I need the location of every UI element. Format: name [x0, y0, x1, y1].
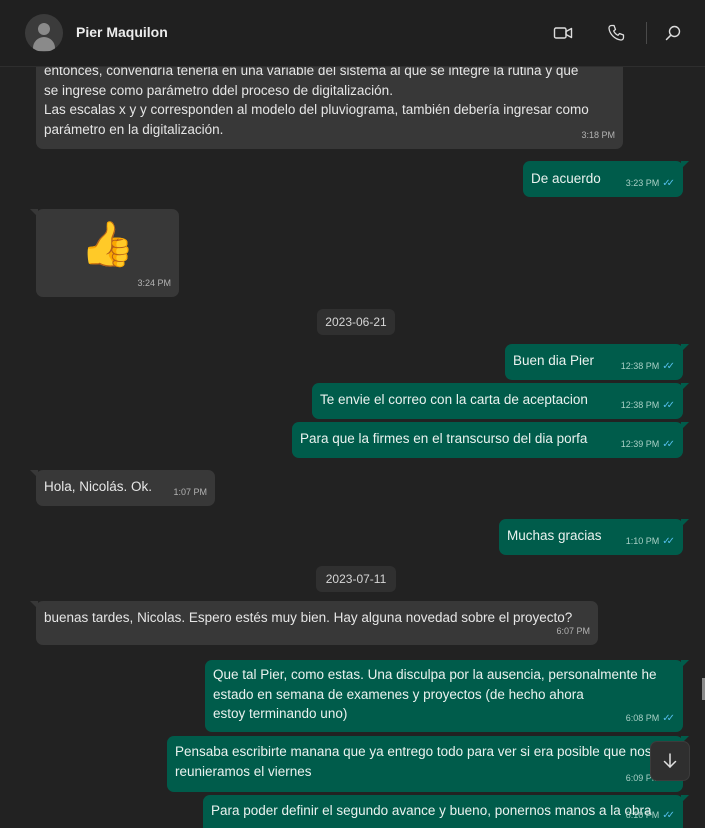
message-bubble[interactable]: Te envie el correo con la carta de acept…: [312, 383, 689, 419]
message-text: Para que la firmes en el transcurso del …: [300, 431, 588, 446]
scroll-to-bottom-button[interactable]: [650, 741, 690, 781]
read-ticks-icon: ✓✓: [662, 712, 675, 724]
voice-call-icon[interactable]: [605, 22, 627, 44]
search-icon[interactable]: [662, 22, 684, 44]
video-call-icon[interactable]: [552, 22, 574, 44]
message-bubble[interactable]: Para que la firmes en el transcurso del …: [292, 422, 689, 458]
message-text: entonces, convendría tenerla en una vari…: [44, 67, 589, 137]
message-time: 6:07 PM: [556, 625, 590, 636]
message-time: 3:18 PM: [581, 129, 615, 140]
chat-header: Pier Maquilon: [0, 0, 705, 67]
read-ticks-icon: ✓✓: [662, 535, 675, 547]
message-bubble[interactable]: 👍 3:24 PM: [30, 209, 179, 297]
message-bubble[interactable]: Que tal Pier, como estas. Una disculpa p…: [205, 660, 689, 732]
header-divider: [646, 22, 647, 44]
message-time: 6:10 PM ✓✓: [626, 806, 675, 826]
message-bubble[interactable]: entonces, convendría tenerla en una vari…: [36, 67, 623, 149]
message-time: 12:39 PM ✓✓: [621, 435, 675, 455]
avatar[interactable]: [25, 14, 63, 52]
message-time: 6:08 PM ✓✓: [626, 709, 675, 729]
read-ticks-icon: ✓✓: [662, 177, 675, 189]
message-bubble[interactable]: Pensaba escribirte manana que ya entrego…: [167, 736, 689, 792]
message-time: 1:07 PM: [173, 486, 207, 497]
message-time: 12:38 PM ✓✓: [621, 396, 675, 416]
read-ticks-icon: ✓✓: [662, 360, 675, 372]
message-bubble[interactable]: Buen dia Pier 12:38 PM ✓✓: [505, 344, 689, 380]
message-text: Que tal Pier, como estas. Una disculpa p…: [213, 667, 657, 721]
message-bubble[interactable]: De acuerdo 3:23 PM ✓✓: [523, 161, 689, 197]
message-time: 3:24 PM: [137, 277, 171, 288]
arrow-down-icon: [663, 753, 677, 768]
message-bubble[interactable]: Hola, Nicolás. Ok. 1:07 PM: [30, 470, 215, 506]
message-list[interactable]: entonces, convendría tenerla en una vari…: [0, 67, 705, 828]
date-separator: 2023-06-21: [317, 309, 395, 335]
message-text: Pensaba escribirte manana que ya entrego…: [175, 744, 652, 779]
date-separator: 2023-07-11: [316, 566, 396, 592]
message-bubble[interactable]: buenas tardes, Nicolas. Espero estés muy…: [30, 601, 598, 645]
read-ticks-icon: ✓✓: [662, 809, 675, 821]
message-time: 1:10 PM ✓✓: [626, 532, 675, 552]
thumbs-up-emoji: 👍: [80, 220, 135, 269]
message-text: buenas tardes, Nicolas. Espero estés muy…: [44, 610, 573, 625]
message-time: 3:23 PM ✓✓: [626, 174, 675, 194]
message-text: Para poder definir el segundo avance y b…: [211, 803, 652, 818]
contact-name[interactable]: Pier Maquilon: [76, 24, 168, 40]
read-ticks-icon: ✓✓: [662, 399, 675, 411]
message-bubble[interactable]: Muchas gracias 1:10 PM ✓✓: [499, 519, 689, 555]
read-ticks-icon: ✓✓: [662, 438, 675, 450]
message-bubble[interactable]: Para poder definir el segundo avance y b…: [203, 795, 689, 828]
message-time: 12:38 PM ✓✓: [621, 357, 675, 377]
